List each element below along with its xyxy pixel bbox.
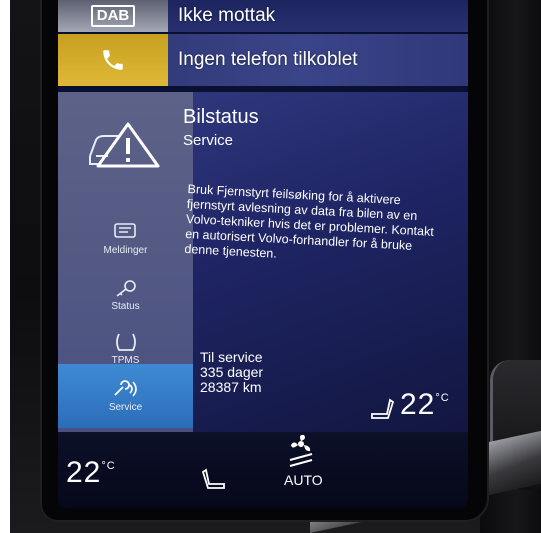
phone-tile[interactable]: Ingen telefon tilkoblet	[58, 34, 468, 86]
car-status-sidebar: Meldinger Status TPMS Service	[58, 92, 193, 432]
phone-status-label: Ingen telefon tilkoblet	[178, 49, 358, 70]
left-temp-value: 22	[66, 456, 102, 489]
tire-pressure-icon	[115, 333, 136, 351]
page-subtitle: Service	[183, 132, 234, 149]
car-interior-photo: DAB Ikke mottak Ingen telefon tilkoblet	[10, 0, 541, 533]
radio-status-label: Ikke mottak	[178, 5, 276, 26]
left-seat-heat-icon[interactable]	[200, 468, 228, 492]
sidebar-item-label: Status	[111, 301, 140, 312]
car-key-icon	[116, 280, 136, 297]
fan-icon[interactable]	[286, 434, 316, 468]
service-wrench-icon	[113, 380, 137, 397]
dab-badge: DAB	[90, 5, 136, 27]
radio-icon-cell: DAB	[58, 0, 168, 32]
service-label: Til service	[200, 349, 263, 365]
phone-icon	[103, 50, 123, 70]
right-temp-value: 22	[400, 388, 436, 421]
infotainment-screen: DAB Ikke mottak Ingen telefon tilkoblet	[58, 0, 468, 508]
service-days: 335 dager	[200, 364, 264, 380]
radio-tile[interactable]: DAB Ikke mottak	[58, 0, 468, 32]
car-status-app: Meldinger Status TPMS Service Bilstatus …	[58, 92, 468, 432]
service-info: Til service 335 dager 28387 km	[200, 350, 263, 395]
sidebar-item-tpms[interactable]: TPMS	[58, 332, 193, 366]
page-title: Bilstatus	[183, 106, 259, 128]
climate-bar: 22°C AUTO 22°C	[58, 388, 468, 508]
car-warning-icon	[89, 122, 160, 168]
service-message: Bruk Fjernstyrt feilsøking for å aktiver…	[184, 182, 435, 261]
right-temp-unit: °C	[435, 392, 450, 404]
right-temperature[interactable]: 22°C	[400, 388, 450, 422]
sidebar-item-status[interactable]: Status	[58, 278, 193, 312]
left-temperature[interactable]: 22°C	[66, 456, 116, 490]
auto-climate-label[interactable]: AUTO	[284, 472, 323, 488]
message-icon	[113, 223, 136, 238]
left-temp-unit: °C	[101, 460, 116, 472]
service-km: 28387 km	[200, 379, 262, 395]
sidebar-item-label: Meldinger	[103, 245, 148, 256]
phone-icon-cell	[58, 34, 168, 86]
right-seat-heat-icon[interactable]	[368, 398, 396, 422]
sidebar-item-messages[interactable]: Meldinger	[58, 222, 193, 256]
sidebar-item-label: Service	[108, 402, 143, 413]
sidebar-item-service[interactable]: Service	[58, 364, 193, 428]
